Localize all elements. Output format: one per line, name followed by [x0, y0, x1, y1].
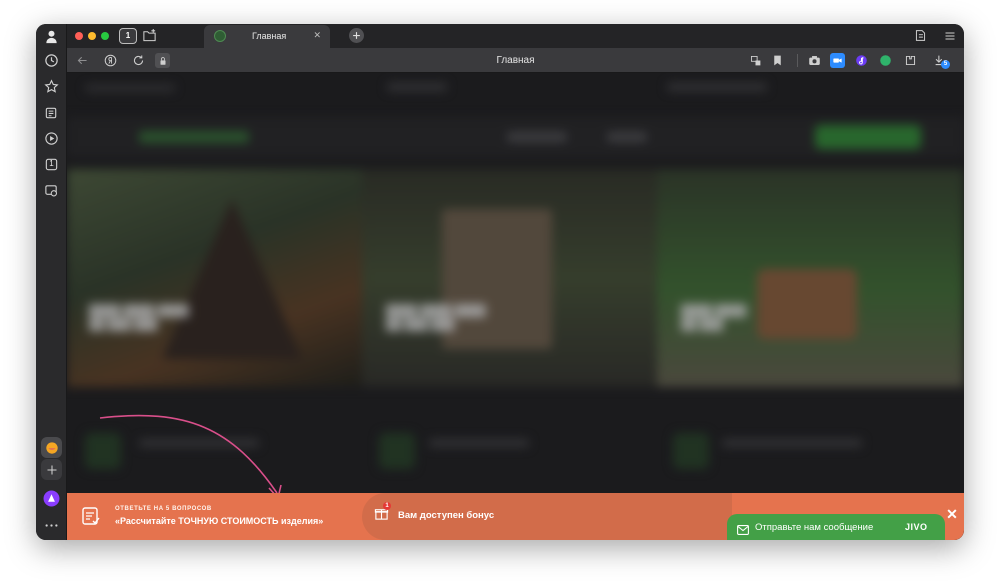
new-tab-button[interactable] — [349, 28, 364, 43]
quiz-title[interactable]: «Рассчитайте ТОЧНУЮ СТОИМОСТЬ изделия» — [115, 516, 323, 526]
extensions-icon[interactable] — [903, 53, 918, 68]
browser-window: 1 1 Главная ✕ Главная 5 ████ ████ ████ █… — [36, 24, 964, 540]
bookmarks-star-icon[interactable] — [43, 78, 60, 95]
browser-sidebar: 1 — [36, 24, 67, 540]
downloads-icon[interactable]: 5 — [933, 53, 950, 69]
new-tab-group-icon[interactable] — [142, 28, 158, 44]
zoom-extension-icon[interactable] — [830, 53, 845, 68]
gift-icon: 1 — [374, 502, 391, 522]
tab-count-button[interactable]: 1 — [119, 28, 137, 44]
leaf-extension-icon[interactable] — [878, 53, 893, 68]
chat-label: Отправьте нам сообщение — [755, 522, 874, 533]
banner-close-button[interactable]: ✕ — [945, 507, 959, 521]
envelope-icon — [737, 522, 749, 535]
add-panel-icon[interactable] — [41, 459, 62, 480]
tab-main[interactable]: Главная ✕ — [204, 25, 330, 48]
profile-icon[interactable] — [43, 28, 60, 45]
bookmark-icon[interactable] — [770, 53, 785, 68]
quiz-subtitle: ОТВЕТЬТЕ НА 5 ВОПРОСОВ — [115, 506, 212, 512]
camera-icon[interactable] — [807, 53, 822, 68]
extension-avatar-icon[interactable] — [41, 437, 62, 458]
maximize-window-icon[interactable] — [101, 32, 109, 40]
toolbar-divider — [797, 54, 798, 67]
alice-assistant-icon[interactable] — [41, 488, 62, 509]
bonus-offer[interactable]: 1 Вам доступен бонус — [362, 493, 732, 540]
screenshot-icon[interactable] — [43, 182, 60, 199]
chat-widget[interactable]: Отправьте нам сообщение JIVO — [727, 514, 945, 540]
tab-strip: 1 Главная ✕ — [67, 24, 964, 48]
close-window-icon[interactable] — [75, 32, 83, 40]
address-bar: Главная 5 — [67, 48, 964, 73]
translate-icon[interactable] — [748, 53, 763, 68]
tab-close-icon[interactable]: ✕ — [313, 30, 321, 41]
minimize-window-icon[interactable] — [88, 32, 96, 40]
tab-title: Главная — [252, 31, 287, 41]
checklist-icon — [81, 506, 101, 526]
bonus-text: Вам доступен бонус — [398, 510, 495, 521]
collections-icon[interactable] — [43, 104, 60, 121]
downloads-badge: 5 — [941, 60, 950, 69]
more-options-icon[interactable] — [41, 515, 62, 536]
chat-brand: JIVO — [905, 522, 928, 532]
reading-list-icon[interactable] — [914, 29, 928, 43]
history-icon[interactable] — [43, 52, 60, 69]
tabs-counter-label: 1 — [49, 159, 54, 168]
site-favicon-icon — [214, 30, 226, 42]
media-play-icon[interactable] — [43, 130, 60, 147]
page-content: ████ ████ ████ ██ ███ ███ ████ ████ ████ █… — [67, 73, 964, 540]
bonus-badge: 1 — [383, 502, 391, 510]
tabs-counter-icon[interactable]: 1 — [43, 156, 60, 173]
tab-count-label: 1 — [125, 31, 131, 40]
music-extension-icon[interactable] — [854, 53, 869, 68]
menu-icon[interactable] — [944, 29, 958, 43]
